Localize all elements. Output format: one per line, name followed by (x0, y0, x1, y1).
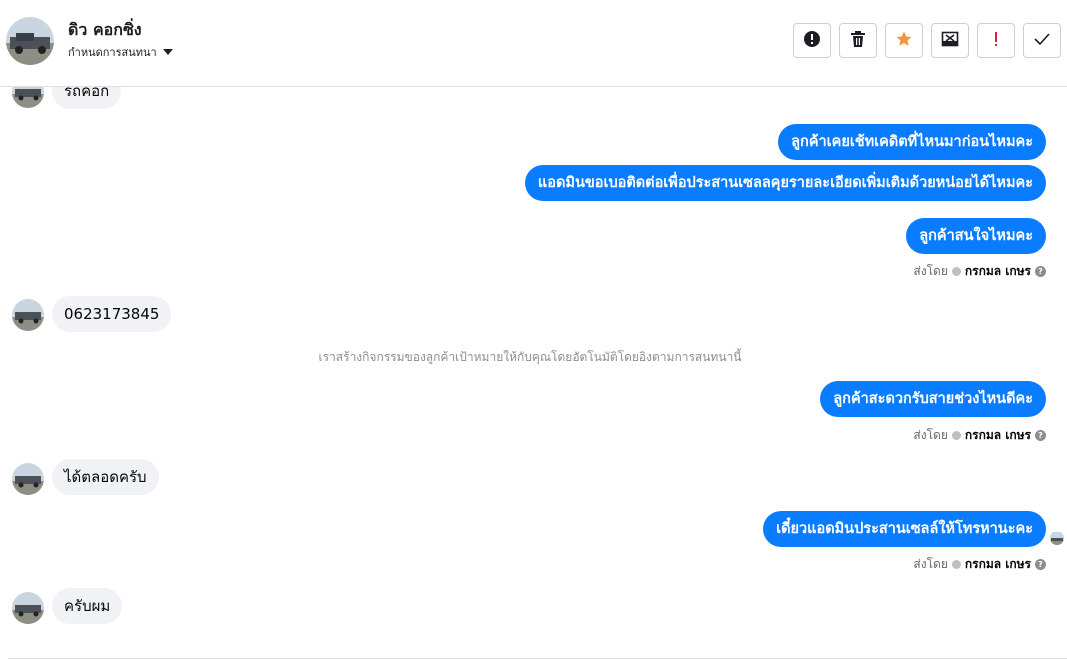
outgoing-message[interactable]: ลูกค้าสนใจไหมคะ (906, 218, 1046, 254)
incoming-message[interactable]: ครับผม (52, 588, 123, 624)
sender-name[interactable]: กรกมล เกษร (965, 262, 1031, 281)
sent-by-prefix: ส่งโดย (913, 428, 948, 442)
star-button[interactable] (885, 23, 923, 58)
mark-unread-button[interactable] (931, 23, 969, 58)
sent-by-prefix: ส่งโดย (913, 264, 948, 278)
sent-by-info: ส่งโดย กรกมล เกษร ? (913, 426, 1046, 445)
system-note: เราสร้างกิจกรรมของลูกค้าเป้าหมายให้กับคุ… (318, 350, 742, 364)
contact-avatar-small[interactable] (12, 592, 44, 624)
report-spam-button[interactable] (793, 23, 831, 58)
outgoing-message[interactable]: ลูกค้าสะดวกรับสายช่วงไหนดีคะ (820, 381, 1046, 417)
verified-icon (951, 560, 961, 569)
help-icon[interactable]: ? (1035, 430, 1046, 441)
incoming-message[interactable]: ได้ตลอดครับ (52, 459, 159, 495)
contact-avatar-small[interactable] (12, 299, 44, 331)
composer-divider (8, 658, 1067, 659)
outgoing-message[interactable]: ลูกค้าเคยเช้ทเคดิตที่ไหนมาก่อนไหมคะ (778, 124, 1046, 160)
mark-done-button[interactable] (1023, 23, 1061, 58)
help-icon[interactable]: ? (1035, 266, 1046, 277)
sent-by-prefix: ส่งโดย (913, 557, 948, 571)
sent-by-info: ส่งโดย กรกมล เกษร ? (913, 262, 1046, 281)
star-icon (895, 30, 913, 52)
conversation-status-dropdown[interactable]: กำหนดการสนทนา (68, 43, 173, 61)
sent-by-info: ส่งโดย กรกมล เกษร ? (913, 555, 1046, 574)
sender-name[interactable]: กรกมล เกษร (965, 555, 1031, 574)
conversation-view: ดิว คอกซิ่ง กำหนดการสนทนา รถคอก ลูกค้าเค… (0, 0, 1067, 660)
contact-name: ดิว คอกซิ่ง (68, 20, 142, 39)
trash-icon (850, 30, 866, 52)
sender-name[interactable]: กรกมล เกษร (965, 426, 1031, 445)
outgoing-message[interactable]: แอดมินขอเบอติดต่อเพื่อประสานเซลลคุยรายละ… (524, 165, 1046, 201)
seen-avatar (1050, 531, 1064, 545)
contact-avatar-small[interactable] (12, 463, 44, 495)
priority-button[interactable] (977, 23, 1015, 58)
alert-icon (803, 30, 821, 52)
delete-button[interactable] (839, 23, 877, 58)
inbox-x-icon (941, 30, 959, 52)
exclamation-icon (993, 31, 999, 51)
verified-icon (951, 431, 961, 440)
contact-avatar[interactable] (6, 17, 54, 65)
conversation-toolbar (793, 23, 1061, 58)
check-icon (1034, 31, 1050, 50)
help-icon[interactable]: ? (1035, 559, 1046, 570)
verified-icon (951, 267, 961, 276)
caret-down-icon (162, 49, 173, 55)
conversation-header: ดิว คอกซิ่ง กำหนดการสนทนา (0, 0, 1067, 87)
outgoing-message[interactable]: เดี๋ยวแอดมินประสานเซลล์ให้โทรหานะคะ (763, 511, 1046, 547)
incoming-message[interactable]: 0623173845 (52, 296, 172, 332)
conversation-status-label: กำหนดการสนทนา (68, 46, 157, 59)
